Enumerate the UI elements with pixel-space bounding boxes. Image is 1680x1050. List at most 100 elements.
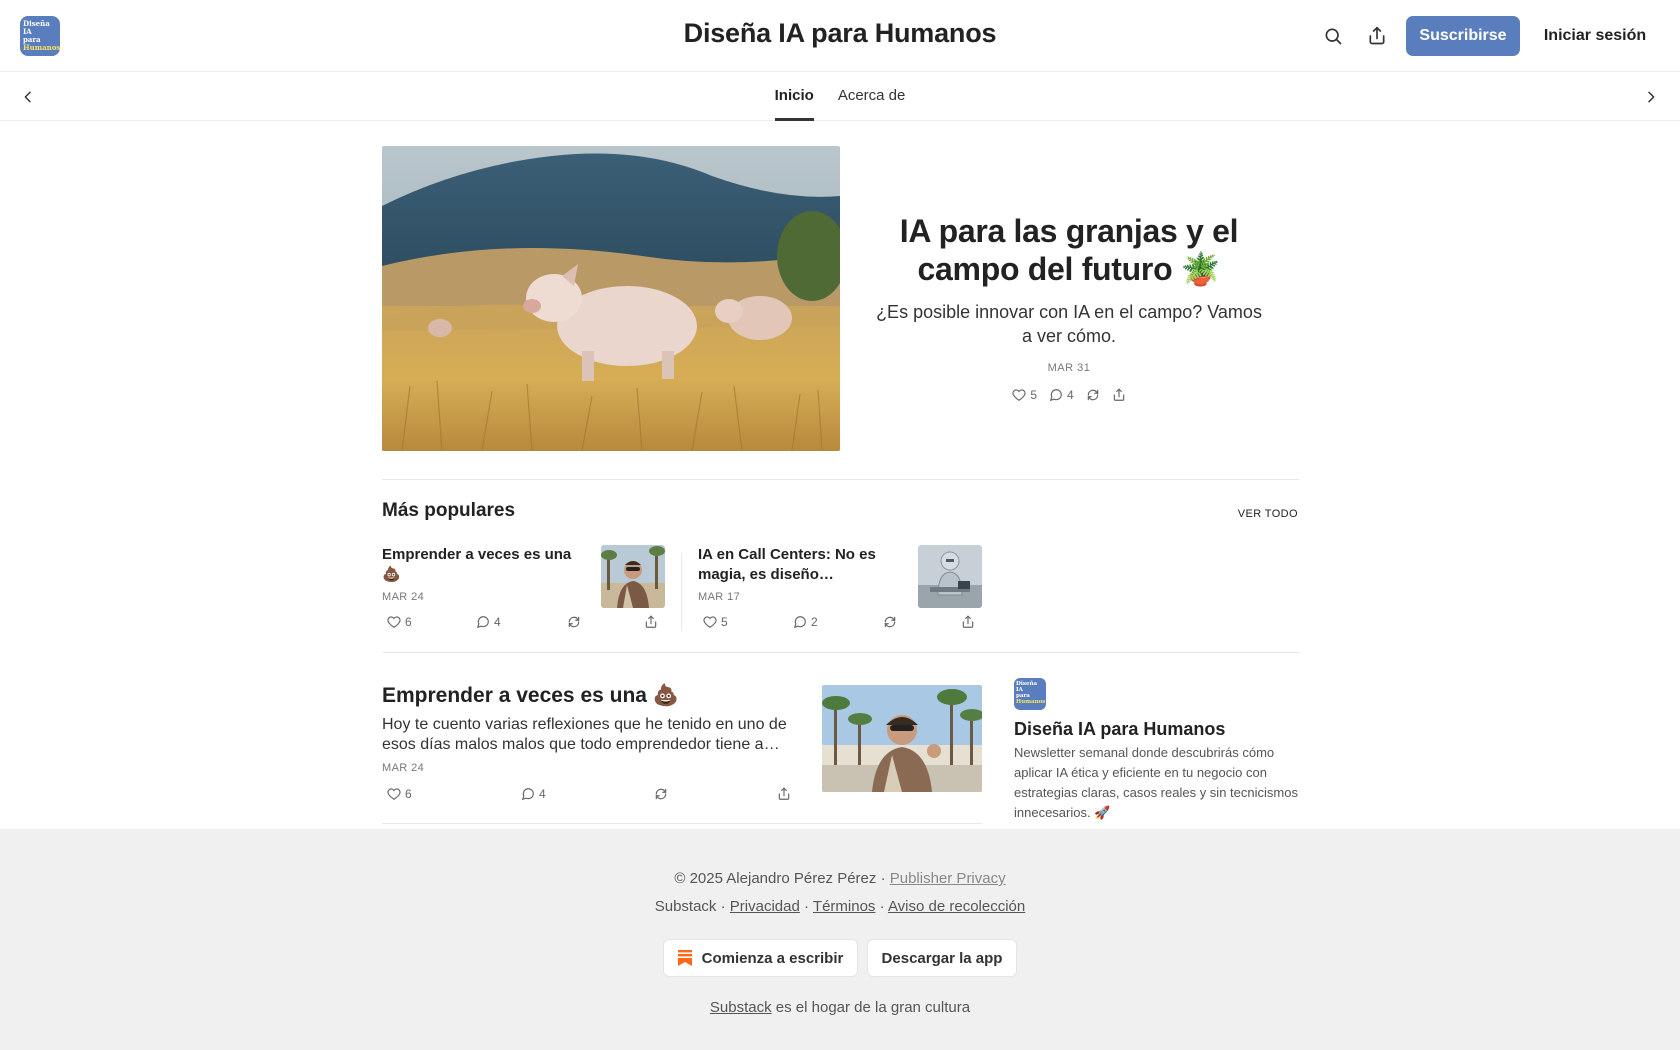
like-button[interactable]: 5 (703, 615, 728, 629)
tab-acerca-de[interactable]: Acerca de (838, 73, 906, 121)
share-icon (778, 787, 790, 800)
site-header: Diseña IA para Humanos Diseña IA para Hu… (0, 0, 1680, 72)
separator-dot: · (880, 870, 886, 887)
site-footer: © 2025 Alejandro Pérez Pérez · Publisher… (0, 829, 1680, 1050)
popular-separator (681, 553, 682, 631)
sign-in-button[interactable]: Iniciar sesión (1530, 16, 1660, 56)
section-divider (382, 652, 1299, 653)
see-all-link[interactable]: VER TODO (1200, 508, 1298, 520)
share-button[interactable] (1112, 388, 1126, 402)
hero-post-actions: 5 4 (870, 388, 1268, 402)
comment-button[interactable]: 2 (793, 615, 818, 629)
post-title[interactable]: Emprender a veces es una 💩 (382, 684, 679, 708)
publication-nav: Inicio Acerca de (0, 73, 1680, 121)
like-button[interactable]: 6 (387, 787, 412, 801)
restack-button[interactable] (1086, 388, 1100, 402)
restack-button[interactable] (883, 615, 897, 629)
share-icon (645, 615, 657, 628)
section-divider (382, 479, 1299, 480)
hero-post: IA para las granjas y el campo del futur… (870, 212, 1268, 402)
restack-button[interactable] (654, 787, 668, 801)
post-excerpt: Hoy te cuento varias reflexiones que he … (382, 716, 787, 753)
like-button[interactable]: 6 (387, 615, 412, 629)
heart-icon (387, 788, 401, 800)
restack-icon (568, 616, 580, 628)
collection-notice-link[interactable]: Aviso de recolección (888, 898, 1025, 915)
separator-dot: · (804, 898, 809, 915)
share-icon (962, 615, 974, 628)
start-writing-label: Comienza a escribir (701, 949, 844, 967)
hero-post-title[interactable]: IA para las granjas y el campo del futur… (870, 212, 1268, 288)
restack-icon (1087, 389, 1098, 401)
substack-bookmark-icon (677, 950, 692, 966)
subscribe-button[interactable]: Suscribirse (1406, 16, 1520, 56)
comment-button[interactable]: 4 (476, 615, 501, 629)
popular-item-thumbnail[interactable] (918, 545, 982, 608)
comment-icon (521, 788, 534, 801)
terms-link[interactable]: Términos (813, 898, 876, 915)
post-image[interactable] (822, 685, 982, 792)
popular-item-thumbnail[interactable] (601, 545, 665, 608)
separator-dot: · (879, 898, 885, 915)
restack-icon (655, 788, 667, 800)
popular-item-title[interactable]: IA en Call Centers: No es magia, es dise… (698, 545, 898, 585)
nav-tabs: Inicio Acerca de (0, 73, 1680, 121)
post-date: MAR 24 (382, 762, 425, 774)
separator-dot: · (720, 898, 726, 915)
comment-count: 4 (1067, 388, 1074, 402)
heart-icon (703, 616, 717, 628)
comment-icon (476, 616, 489, 629)
share-icon (1113, 388, 1124, 401)
comment-count: 2 (811, 615, 818, 629)
search-icon[interactable] (1321, 24, 1345, 48)
publisher-privacy-link[interactable]: Publisher Privacy (890, 870, 1006, 887)
restack-icon (884, 616, 896, 628)
comment-button[interactable]: 4 (1049, 388, 1074, 402)
comment-count: 4 (539, 787, 546, 801)
comment-button[interactable]: 4 (521, 787, 546, 801)
popular-item-actions: 5 2 (698, 615, 980, 631)
start-writing-button[interactable]: Comienza a escribir (663, 939, 858, 977)
like-count: 6 (405, 615, 412, 629)
sidebar-publication-name[interactable]: Diseña IA para Humanos (1014, 719, 1225, 740)
sidebar-publication-logo[interactable]: Diseña IA para Humanos (1014, 678, 1046, 710)
popular-item-date: MAR 24 (382, 591, 425, 603)
heart-icon (387, 616, 401, 628)
popular-item[interactable]: Emprender a veces es una 💩 MAR 24 6 4 (382, 545, 665, 635)
restack-button[interactable] (567, 615, 581, 629)
hero-post-date: MAR 31 (1047, 362, 1091, 374)
logo-line: Humanos (1016, 699, 1046, 705)
share-icon[interactable] (1365, 24, 1389, 48)
privacy-link[interactable]: Privacidad (730, 898, 800, 915)
chevron-right-icon[interactable] (1640, 86, 1662, 108)
share-button[interactable] (777, 787, 791, 801)
share-button[interactable] (961, 615, 975, 629)
like-count: 6 (405, 787, 412, 801)
substack-text: Substack (654, 898, 717, 915)
like-count: 5 (721, 615, 728, 629)
like-button[interactable]: 5 (1012, 388, 1037, 402)
popular-item-title[interactable]: Emprender a veces es una 💩 (382, 545, 582, 585)
section-divider (382, 823, 982, 824)
comment-icon (793, 616, 806, 629)
post-actions: 6 4 (382, 787, 796, 803)
download-app-button[interactable]: Descargar la app (867, 939, 1017, 977)
copyright-text: © 2025 Alejandro Pérez Pérez (674, 870, 877, 887)
footer-links-line: Substack · Privacidad · Términos · Aviso… (0, 898, 1680, 915)
sidebar-publication-description: Newsletter semanal donde descubrirás cóm… (1014, 745, 1298, 820)
share-button[interactable] (644, 615, 658, 629)
comment-icon (1049, 389, 1062, 402)
tab-inicio[interactable]: Inicio (774, 73, 814, 121)
comment-count: 4 (494, 615, 501, 629)
hero-post-image[interactable] (382, 146, 840, 451)
footer-copyright-line: © 2025 Alejandro Pérez Pérez · Publisher… (0, 870, 1680, 887)
popular-item[interactable]: IA en Call Centers: No es magia, es dise… (698, 545, 982, 635)
popular-heading: Más populares (382, 500, 516, 521)
footer-tagline: Substack es el hogar de la gran cultura (0, 999, 1680, 1016)
like-count: 5 (1030, 388, 1037, 402)
tagline-text: es el hogar de la gran cultura (775, 999, 971, 1016)
hero-post-subtitle: ¿Es posible innovar con IA en el campo? … (876, 302, 1262, 346)
substack-home-link[interactable]: Substack (710, 999, 772, 1016)
heart-icon (1012, 389, 1026, 401)
popular-item-date: MAR 17 (698, 591, 741, 603)
